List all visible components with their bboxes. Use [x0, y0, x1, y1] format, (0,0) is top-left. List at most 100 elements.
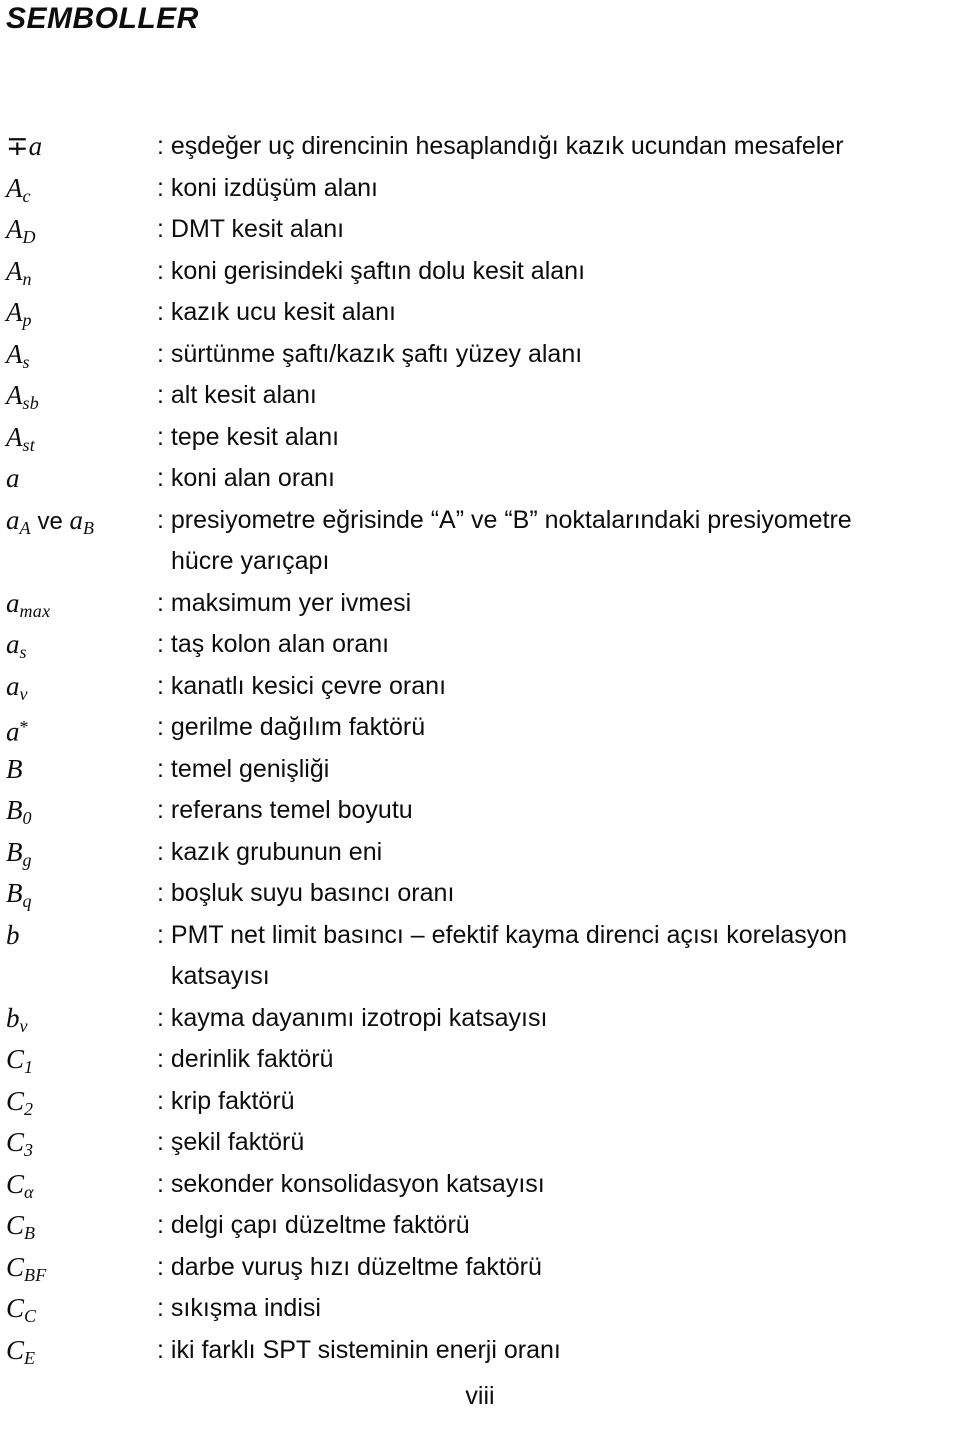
symbol-entry: C3 : şekil faktörü — [0, 1122, 960, 1164]
symbol-description-continuation: katsayısı — [171, 962, 270, 990]
symbol-description: : sekonder konsolidasyon katsayısı — [157, 1164, 957, 1206]
symbol-glyph: CE — [6, 1330, 151, 1380]
symbol-description: : sıkışma indisi — [157, 1288, 957, 1330]
symbol-base: B — [6, 795, 23, 825]
symbol-base: A — [6, 255, 23, 286]
symbol-base: A — [6, 214, 23, 244]
symbol-glyph: aA ve aB — [6, 500, 151, 550]
symbol-glyph: a* — [6, 707, 151, 753]
symbol-base: A — [6, 297, 23, 327]
document-page: SEMBOLLER ∓a: eşdeğer uç direncinin hesa… — [0, 0, 960, 1432]
symbol-entry: Asb: alt kesit alanı — [0, 375, 960, 417]
symbol-description-text: : krip faktörü — [157, 1086, 295, 1115]
symbol-base: a — [6, 716, 20, 747]
symbol-base: C — [6, 1044, 25, 1074]
symbol-description-text: : sekonder konsolidasyon katsayısı — [157, 1169, 545, 1198]
symbol-base: C — [6, 1127, 25, 1157]
symbol-base-secondary: a — [69, 504, 83, 535]
symbol-subscript: g — [22, 849, 32, 870]
symbol-entry: CB : delgi çapı düzeltme faktörü — [0, 1205, 960, 1247]
symbol-glyph: b — [6, 915, 151, 957]
symbol-entry: Ac: koni izdüşüm alanı — [0, 168, 960, 210]
symbol-description-text: : taş kolon alan oranı — [157, 630, 390, 658]
symbol-subscript: E — [24, 1347, 36, 1368]
symbol-description-text: : temel genişliği — [157, 754, 330, 783]
symbol-entry: Ast: tepe kesit alanı — [0, 417, 960, 459]
symbol-entry: bv : kayma dayanımı izotropi katsayısı — [0, 998, 960, 1040]
symbol-base: a — [6, 629, 20, 659]
symbol-base: C — [6, 1085, 25, 1116]
symbol-entry: Bq: boşluk suyu basıncı oranı — [0, 873, 960, 915]
symbol-base: B — [6, 753, 23, 784]
symbol-subscript: v — [19, 1015, 28, 1036]
symbol-entry: C2 : krip faktörü — [0, 1081, 960, 1123]
symbol-entry: av: kanatlı kesici çevre oranı — [0, 666, 960, 708]
page-number: viii — [465, 1382, 495, 1410]
symbol-subscript: s — [19, 642, 27, 663]
symbol-entry: Cα: sekonder konsolidasyon katsayısı — [0, 1164, 960, 1206]
symbol-base: C — [6, 1293, 25, 1323]
symbol-description: : DMT kesit alanı — [157, 209, 957, 251]
symbol-description: : koni gerisindeki şaftın dolu kesit ala… — [157, 251, 957, 293]
symbol-description-text: : kazık grubunun eni — [157, 837, 383, 866]
symbol-subscript: 1 — [24, 1057, 34, 1078]
symbol-description-continuation: hücre yarıçapı — [171, 547, 330, 575]
symbol-description: : sürtünme şaftı/kazık şaftı yüzey alanı — [157, 334, 957, 376]
symbol-subscript: c — [22, 185, 31, 206]
symbol-description-text: : sıkışma indisi — [157, 1294, 321, 1322]
symbol-entry: ∓a: eşdeğer uç direncinin hesaplandığı k… — [0, 126, 960, 168]
symbol-base: C — [6, 1251, 25, 1282]
symbol-subscript: 2 — [24, 1098, 34, 1119]
symbol-subscript: max — [19, 600, 51, 621]
symbol-description-text: : boşluk suyu basıncı oranı — [157, 879, 455, 907]
symbol-entry: amax : maksimum yer ivmesi — [0, 583, 960, 625]
symbol-description-text: : darbe vuruş hızı düzeltme faktörü — [157, 1252, 542, 1281]
symbol-glyph: ∓a — [6, 126, 151, 168]
symbol-description-text: : iki farklı SPT sisteminin enerji oranı — [157, 1335, 561, 1364]
symbol-description: : delgi çapı düzeltme faktörü — [157, 1205, 957, 1247]
symbol-base: C — [6, 1210, 25, 1240]
symbol-base: b — [6, 1002, 20, 1033]
symbol-entry: B : temel genişliği — [0, 749, 960, 791]
symbol-base: a — [6, 504, 20, 535]
symbol-glyph: B — [6, 749, 151, 791]
symbol-entry: CC: sıkışma indisi — [0, 1288, 960, 1330]
symbol-base: B — [6, 878, 23, 908]
symbol-subscript: 0 — [22, 808, 32, 829]
minus-plus-icon: ∓ — [6, 131, 29, 161]
symbol-entry: a: koni alan oranı — [0, 458, 960, 500]
symbol-description-text: : eşdeğer uç direncinin hesaplandığı kaz… — [157, 132, 844, 160]
symbol-description-text: : kayma dayanımı izotropi katsayısı — [157, 1003, 548, 1032]
symbol-base: A — [6, 338, 23, 369]
symbol-entry: As: sürtünme şaftı/kazık şaftı yüzey ala… — [0, 334, 960, 376]
symbol-description-text: : maksimum yer ivmesi — [157, 588, 412, 617]
symbol-entry: An: koni gerisindeki şaftın dolu kesit a… — [0, 251, 960, 293]
symbol-description: : krip faktörü — [157, 1081, 957, 1123]
symbol-base: a — [28, 131, 43, 161]
symbol-entry: Ap: kazık ucu kesit alanı — [0, 292, 960, 334]
symbol-base: B — [6, 836, 23, 867]
symbol-base: a — [6, 670, 20, 701]
symbol-base: a — [6, 463, 20, 493]
symbol-description-text: : presiyometre eğrisinde “A” ve “B” nokt… — [157, 505, 852, 534]
symbol-description-text: : şekil faktörü — [157, 1128, 305, 1156]
symbol-description: : koni izdüşüm alanı — [157, 168, 957, 210]
symbol-glyph: a — [6, 458, 151, 500]
symbol-entry: CBF: darbe vuruş hızı düzeltme faktörü — [0, 1247, 960, 1289]
symbol-description: : şekil faktörü — [157, 1122, 957, 1164]
symbol-entry: C1: derinlik faktörü — [0, 1039, 960, 1081]
symbol-description-text: : koni gerisindeki şaftın dolu kesit ala… — [157, 256, 586, 285]
symbol-description-text: : delgi çapı düzeltme faktörü — [157, 1211, 470, 1239]
symbol-subscript: 3 — [24, 1140, 34, 1161]
symbol-description: : PMT net limit basıncı – efektif kayma … — [157, 915, 957, 998]
symbol-base: a — [6, 587, 20, 618]
symbol-base: A — [6, 421, 23, 452]
symbol-description: : temel genişliği — [157, 749, 957, 791]
symbol-description: : referans temel boyutu — [157, 790, 957, 832]
symbol-description: : kazık grubunun eni — [157, 832, 957, 874]
symbol-description-text: : referans temel boyutu — [157, 796, 413, 824]
symbol-description: : iki farklı SPT sisteminin enerji oranı — [157, 1330, 957, 1372]
symbol-description: : maksimum yer ivmesi — [157, 583, 957, 625]
symbol-description: : kanatlı kesici çevre oranı — [157, 666, 957, 708]
symbol-subscript: B — [24, 1223, 36, 1244]
